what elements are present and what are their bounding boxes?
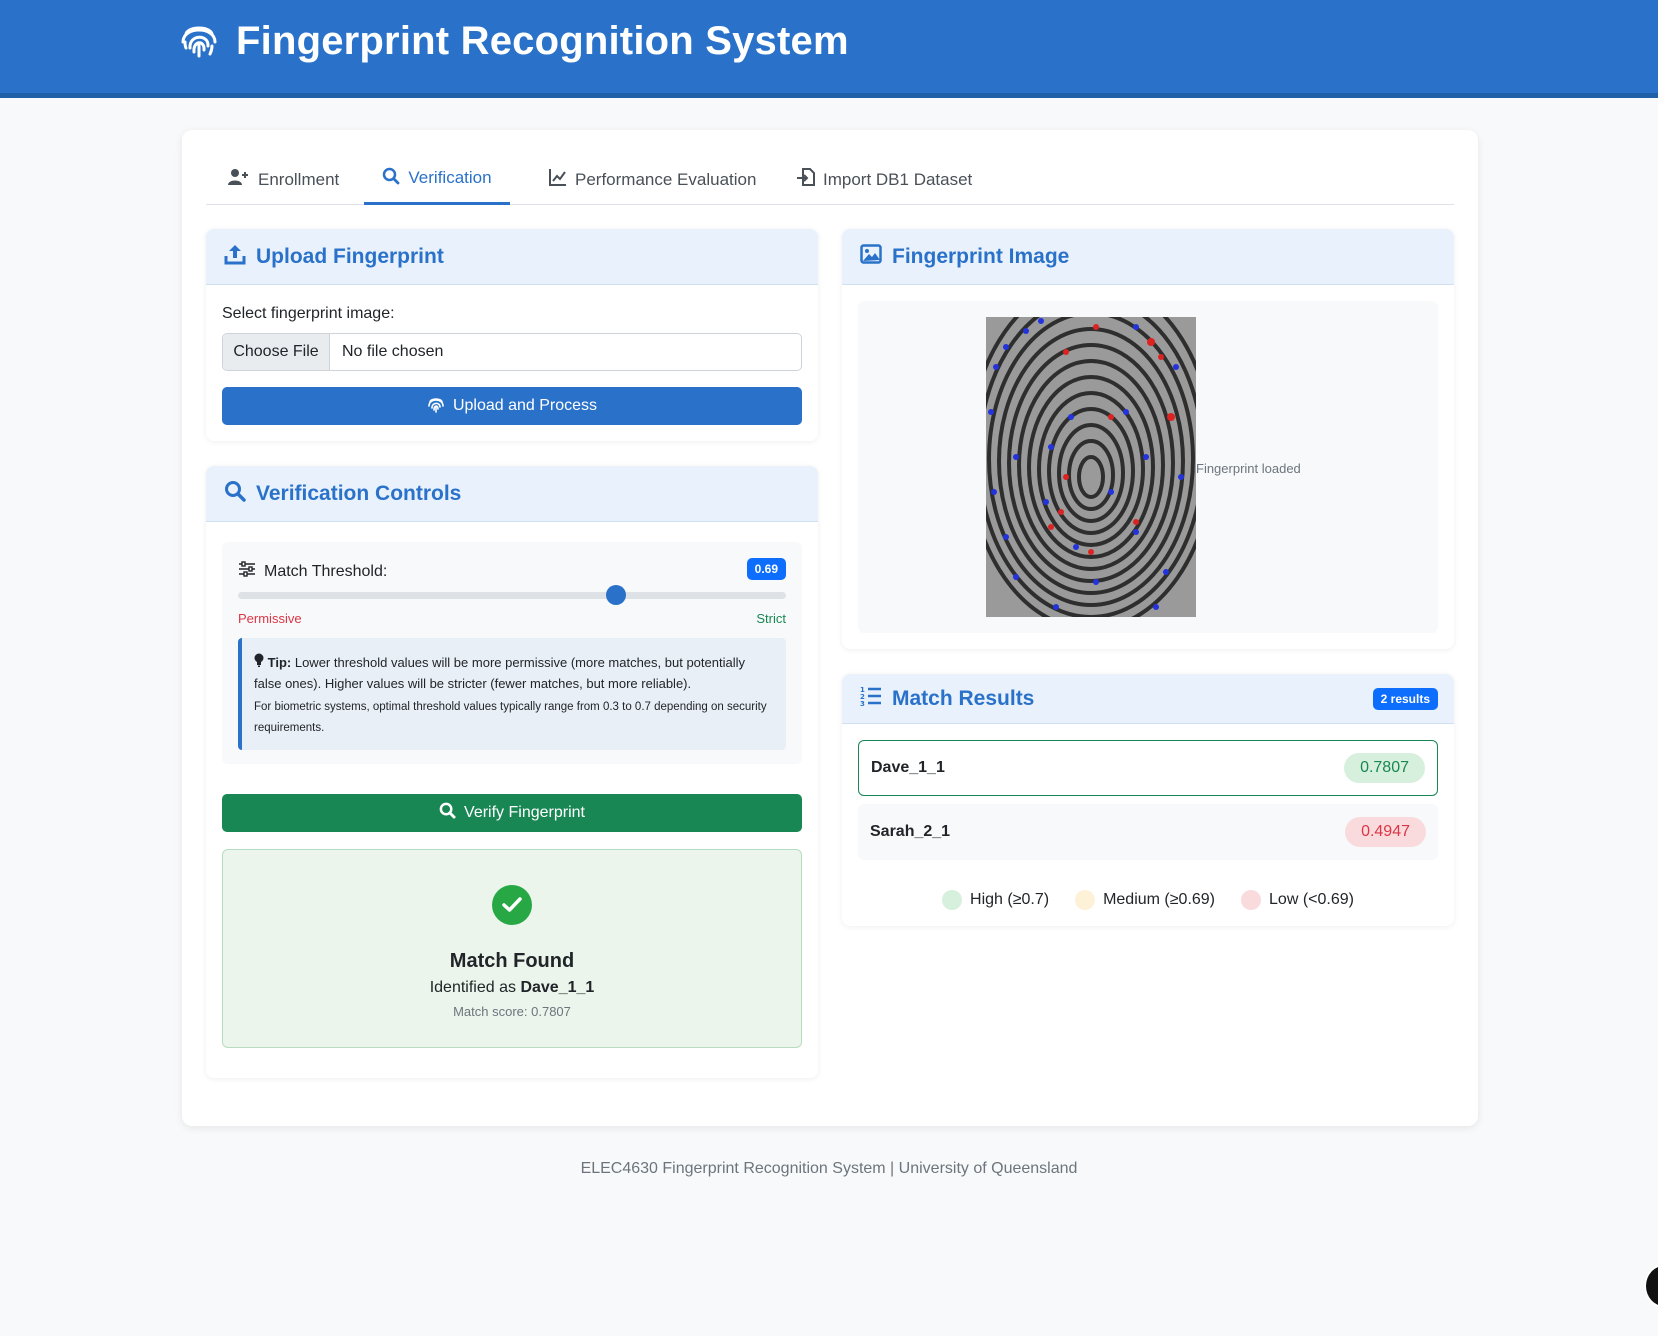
upload-and-process-button[interactable]: Upload and Process: [222, 387, 802, 425]
threshold-value-badge: 0.69: [746, 558, 786, 580]
fingerprint-image-panel: Fingerprint Image Fingerprint loaded: [842, 229, 1454, 649]
permissive-label: Permissive: [238, 611, 302, 626]
tip-text: Lower threshold values will be more perm…: [254, 655, 745, 691]
match-name: Sarah_2_1: [870, 823, 951, 840]
image-display-area: Fingerprint loaded: [858, 301, 1438, 633]
line-chart-icon: [549, 168, 567, 191]
tab-performance-evaluation[interactable]: Performance Evaluation: [549, 154, 756, 205]
identified-name: Dave_1_1: [520, 979, 595, 996]
lightbulb-icon: [254, 653, 268, 670]
threshold-slider[interactable]: [238, 585, 786, 605]
match-score-badge: 0.4947: [1345, 817, 1426, 847]
select-image-label: Select fingerprint image:: [222, 305, 395, 322]
search-icon: [224, 480, 246, 508]
verification-controls-panel: Verification Controls Match Threshold: 0…: [206, 466, 818, 1078]
page-footer: ELEC4630 Fingerprint Recognition System …: [580, 1160, 1078, 1177]
legend-dot: [942, 890, 963, 910]
image-panel-header: Fingerprint Image: [842, 229, 1454, 285]
upload-panel-header: Upload Fingerprint: [206, 229, 818, 285]
search-icon: [439, 802, 456, 824]
strict-label: Strict: [756, 611, 786, 626]
panel-title: Match Results: [892, 686, 1035, 710]
match-name: Dave_1_1: [871, 759, 945, 776]
legend-dot: [1075, 890, 1096, 910]
top-navbar: Fingerprint Recognition System: [0, 0, 1658, 98]
panel-title: Verification Controls: [256, 481, 462, 505]
controls-panel-header: Verification Controls: [206, 466, 818, 522]
svg-text:3: 3: [860, 700, 865, 706]
result-score: Match score: 0.7807: [453, 1004, 571, 1019]
button-label: Verify Fingerprint: [464, 804, 585, 821]
match-results-panel: 123 Match Results 2 results Dave_1_1 0.7…: [842, 674, 1454, 926]
file-import-icon: [797, 168, 815, 191]
brand[interactable]: Fingerprint Recognition System: [178, 18, 849, 65]
slider-thumb[interactable]: [606, 585, 627, 605]
tip-small-text: For biometric systems, optimal threshold…: [254, 701, 767, 734]
verification-result: Match Found Identified as Dave_1_1 Match…: [222, 849, 802, 1048]
identified-prefix: Identified as: [429, 979, 516, 996]
tab-verification[interactable]: Verification: [364, 154, 510, 205]
legend-medium: Medium (≥0.69): [1075, 890, 1215, 910]
result-title: Match Found: [449, 950, 575, 972]
tab-import-db1-dataset[interactable]: Import DB1 Dataset: [797, 154, 972, 205]
list-ol-icon: 123: [860, 686, 882, 712]
sliders-icon: [238, 561, 256, 582]
panel-title: Fingerprint Image: [892, 244, 1070, 268]
tab-enrollment[interactable]: Enrollment: [228, 154, 339, 205]
legend-label: Low (<0.69): [1269, 891, 1354, 908]
tab-label: Verification: [408, 168, 492, 187]
legend-dot: [1241, 890, 1262, 910]
match-row[interactable]: Dave_1_1 0.7807: [858, 740, 1438, 796]
score-legend: High (≥0.7) Medium (≥0.69) Low (<0.69): [842, 890, 1454, 910]
match-score-badge: 0.7807: [1344, 753, 1425, 783]
user-plus-icon: [228, 168, 250, 191]
match-row[interactable]: Sarah_2_1 0.4947: [858, 804, 1438, 860]
tab-bar: Enrollment Verification Performance Eval…: [206, 154, 1454, 205]
legend-low: Low (<0.69): [1241, 890, 1354, 910]
tab-label: Import DB1 Dataset: [823, 169, 973, 189]
legend-high: High (≥0.7): [942, 890, 1049, 910]
tab-label: Performance Evaluation: [575, 169, 757, 189]
threshold-label: Match Threshold:: [238, 561, 387, 582]
tab-label: Enrollment: [258, 169, 340, 189]
image-caption: Fingerprint loaded: [1196, 461, 1301, 476]
upload-panel: Upload Fingerprint Select fingerprint im…: [206, 229, 818, 441]
button-label: Upload and Process: [452, 397, 598, 414]
result-identified: Identified as Dave_1_1: [223, 979, 801, 997]
threshold-label-text: Match Threshold:: [264, 562, 388, 580]
results-count-badge: 2 results: [1372, 688, 1438, 710]
check-circle-icon: [492, 885, 532, 925]
tip-bold: Tip:: [267, 655, 292, 670]
legend-label: High (≥0.7): [970, 891, 1050, 908]
app-title: Fingerprint Recognition System: [236, 19, 849, 63]
search-icon: [382, 167, 400, 190]
choose-file-button[interactable]: Choose File: [223, 334, 330, 370]
fingerprint-image: [986, 317, 1196, 617]
image-icon: [860, 243, 882, 270]
fingerprint-icon: [178, 18, 220, 65]
fingerprint-icon: [427, 395, 445, 418]
legend-label: Medium (≥0.69): [1103, 891, 1216, 908]
threshold-box: Match Threshold: 0.69 Permissive Strict …: [222, 542, 802, 764]
floating-action-button[interactable]: [1644, 1264, 1658, 1308]
tip-box: Tip: Lower threshold values will be more…: [238, 638, 786, 750]
match-results-header: 123 Match Results 2 results: [842, 674, 1454, 724]
verify-fingerprint-button[interactable]: Verify Fingerprint: [222, 794, 802, 832]
upload-icon: [224, 243, 246, 271]
file-input[interactable]: Choose File No file chosen: [222, 333, 802, 371]
file-name-text: No file chosen: [342, 343, 444, 360]
panel-title: Upload Fingerprint: [256, 244, 444, 268]
